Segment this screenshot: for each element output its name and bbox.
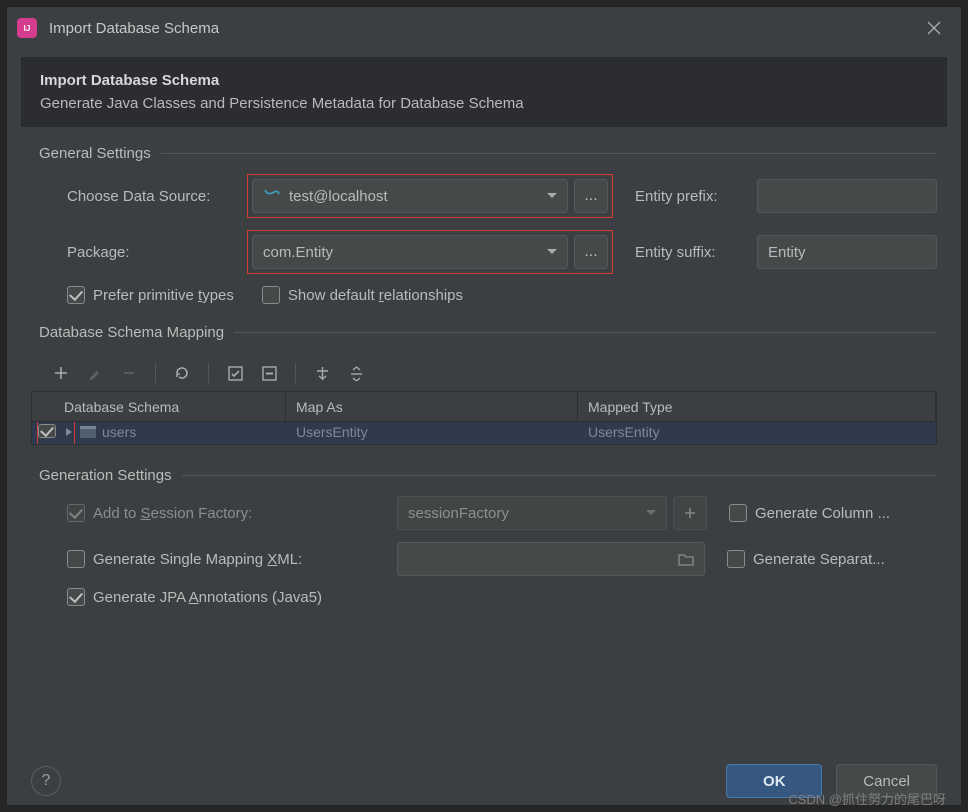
general-section-title: General Settings [31,145,937,162]
chevron-down-icon [545,180,559,212]
select-all-icon[interactable] [223,361,247,385]
package-browse-button[interactable]: ... [574,235,608,269]
mapping-section: Database Schema Mapping Database Schema … [7,320,961,445]
banner-subheading: Generate Java Classes and Persistence Me… [40,95,928,112]
prefer-primitive-checkbox[interactable]: Prefer primitive types [67,286,234,304]
checkbox-icon [67,286,85,304]
checkbox-icon [67,550,85,568]
package-highlight: com.Entity ... [247,230,613,274]
dialog-button-bar: ? OK Cancel [7,749,961,805]
cancel-button[interactable]: Cancel [836,764,937,798]
generation-section-title: Generation Settings [31,467,937,484]
remove-icon [117,361,141,385]
checkbox-icon [67,588,85,606]
add-icon[interactable] [49,361,73,385]
generate-column-checkbox[interactable]: Generate Column ... [729,504,937,522]
close-icon[interactable] [917,11,951,45]
checkbox-icon [729,504,747,522]
data-source-browse-button[interactable]: ... [574,179,608,213]
help-button[interactable]: ? [31,766,61,796]
add-session-checkbox[interactable]: Add to Session Factory: [67,504,397,522]
table-icon [80,426,96,438]
generation-section: Generation Settings Add to Session Facto… [7,463,961,618]
package-combo[interactable]: com.Entity [252,235,568,269]
mapping-section-title: Database Schema Mapping [31,324,937,341]
show-default-relationships-checkbox[interactable]: Show default relationships [262,286,463,304]
refresh-icon[interactable] [170,361,194,385]
chevron-down-icon [545,236,559,268]
col-schema: Database Schema [54,392,286,421]
table-row[interactable]: users UsersEntity UsersEntity [32,422,936,444]
mapping-table: Database Schema Map As Mapped Type users… [31,391,937,445]
jpa-checkbox[interactable]: Generate JPA Annotations (Java5) [67,588,322,606]
single-xml-input[interactable] [397,542,705,576]
jpa-row: Generate JPA Annotations (Java5) [67,588,937,606]
app-icon: IJ [17,18,37,38]
entity-suffix-label: Entity suffix: [635,244,757,261]
add-session-button[interactable] [673,496,707,530]
general-checkbox-row: Prefer primitive types Show default rela… [67,286,937,304]
datasource-icon [263,187,281,205]
session-factory-combo[interactable]: sessionFactory [397,496,667,530]
checkbox-icon [67,504,85,522]
folder-icon[interactable] [678,552,694,566]
expand-all-icon[interactable] [310,361,334,385]
dialog-title: Import Database Schema [49,20,917,37]
checkbox-icon [262,286,280,304]
titlebar: IJ Import Database Schema [7,7,961,49]
package-label: Package: [67,244,247,261]
single-xml-checkbox[interactable]: Generate Single Mapping XML: [67,550,397,568]
banner-heading: Import Database Schema [40,72,928,89]
entity-prefix-input[interactable] [757,179,937,213]
col-mapped-type: Mapped Type [578,392,936,421]
data-source-label: Choose Data Source: [67,188,247,205]
ok-button[interactable]: OK [726,764,822,798]
generate-separate-checkbox[interactable]: Generate Separat... [727,550,937,568]
chevron-down-icon [644,497,658,529]
single-xml-row: Generate Single Mapping XML: Generate Se… [67,542,937,576]
package-row: Package: com.Entity ... Entity suffix: E… [67,230,937,274]
edit-icon [83,361,107,385]
table-header: Database Schema Map As Mapped Type [32,392,936,422]
entity-prefix-label: Entity prefix: [635,188,757,205]
mapping-toolbar [31,353,937,391]
expand-icon[interactable] [64,427,74,437]
data-source-highlight: test@localhost ... [247,174,613,218]
checkbox-icon [727,550,745,568]
general-settings-section: General Settings Choose Data Source: tes… [7,141,961,314]
col-map-as: Map As [286,392,578,421]
data-source-row: Choose Data Source: test@localhost ... E… [67,174,937,218]
entity-suffix-input[interactable]: Entity [757,235,937,269]
session-factory-row: Add to Session Factory: sessionFactory G… [67,496,937,530]
deselect-all-icon[interactable] [257,361,281,385]
header-banner: Import Database Schema Generate Java Cla… [21,57,947,127]
collapse-all-icon[interactable] [344,361,368,385]
dialog-window: IJ Import Database Schema Import Databas… [6,6,962,806]
data-source-combo[interactable]: test@localhost [252,179,568,213]
